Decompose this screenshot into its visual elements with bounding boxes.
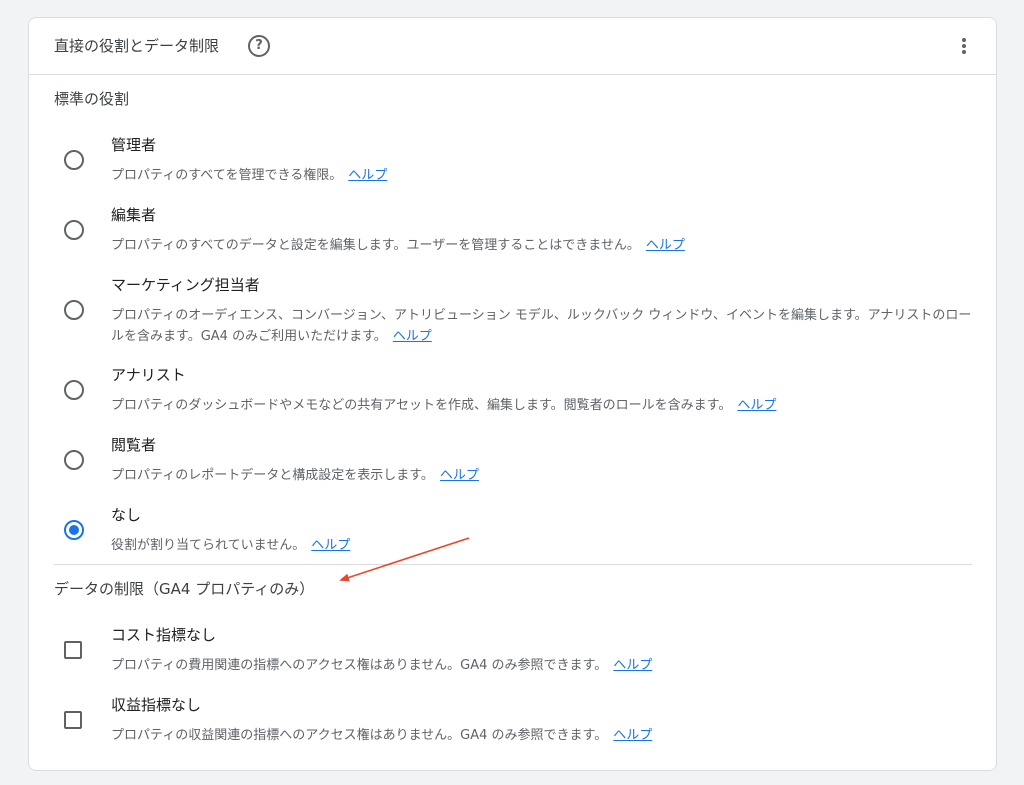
radio-analyst[interactable] xyxy=(64,380,84,400)
help-link[interactable]: ヘルプ xyxy=(440,468,479,483)
role-label: 管理者 xyxy=(111,136,157,154)
role-label: 編集者 xyxy=(111,206,157,224)
standard-roles-title: 標準の役割 xyxy=(54,90,130,108)
radio-editor[interactable] xyxy=(64,220,84,240)
help-link[interactable]: ヘルプ xyxy=(393,329,432,344)
help-circle-icon[interactable]: ? xyxy=(248,35,270,57)
role-label: なし xyxy=(111,506,142,524)
help-link[interactable]: ヘルプ xyxy=(613,658,652,673)
restriction-label: コスト指標なし xyxy=(111,626,217,644)
help-link[interactable]: ヘルプ xyxy=(646,238,685,253)
role-label: マーケティング担当者 xyxy=(111,276,260,294)
checkbox-no-revenue[interactable] xyxy=(64,711,82,729)
radio-none-selected[interactable] xyxy=(64,520,84,540)
restriction-description: プロパティの費用関連の指標へのアクセス権はありません。GA4 のみ参照できます。… xyxy=(111,658,653,673)
radio-marketer[interactable] xyxy=(64,300,84,320)
card-title: 直接の役割とデータ制限 xyxy=(54,37,220,55)
restriction-description: プロパティの収益関連の指標へのアクセス権はありません。GA4 のみ参照できます。… xyxy=(111,728,653,743)
help-link[interactable]: ヘルプ xyxy=(348,168,387,183)
card-header: 直接の役割とデータ制限 ? xyxy=(29,18,996,75)
data-restrictions-title: データの制限（GA4 プロパティのみ） xyxy=(54,580,315,598)
more-vert-icon[interactable] xyxy=(954,36,974,56)
help-link[interactable]: ヘルプ xyxy=(613,728,652,743)
roles-card: 直接の役割とデータ制限 ? 標準の役割 管理者 プロパティのすべてを管理できる権… xyxy=(28,17,997,771)
checkbox-no-cost[interactable] xyxy=(64,641,82,659)
radio-admin[interactable] xyxy=(64,150,84,170)
role-label: 閲覧者 xyxy=(111,436,157,454)
restriction-label: 収益指標なし xyxy=(111,696,202,714)
help-link[interactable]: ヘルプ xyxy=(737,398,776,413)
radio-viewer[interactable] xyxy=(64,450,84,470)
role-description: プロパティのオーディエンス、コンバージョン、アトリビューション モデル、ルックバ… xyxy=(111,308,972,344)
section-divider xyxy=(54,564,972,565)
help-link[interactable]: ヘルプ xyxy=(311,538,350,553)
role-description: プロパティのすべてを管理できる権限。 ヘルプ xyxy=(111,168,388,183)
role-description: プロパティのレポートデータと構成設定を表示します。 ヘルプ xyxy=(111,468,479,483)
role-description: 役割が割り当てられていません。 ヘルプ xyxy=(111,538,351,553)
role-label: アナリスト xyxy=(111,366,186,384)
role-description: プロパティのすべてのデータと設定を編集します。ユーザーを管理することはできません… xyxy=(111,238,685,253)
role-description: プロパティのダッシュボードやメモなどの共有アセットを作成、編集します。閲覧者のロ… xyxy=(111,398,777,413)
